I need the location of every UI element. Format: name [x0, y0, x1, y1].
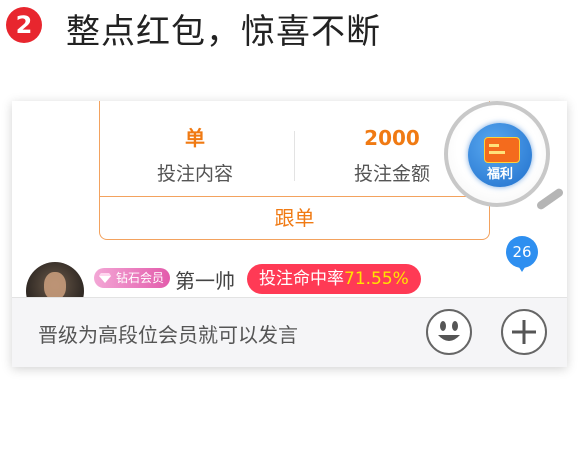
- welfare-label: 福利: [486, 167, 513, 182]
- bet-content-label: 投注内容: [156, 163, 233, 185]
- bet-content-column: 单 投注内容: [100, 125, 290, 186]
- step-number-badge: 2: [6, 7, 42, 43]
- bet-card: 单 投注内容 2000 投注金额 跟单: [99, 101, 490, 240]
- bet-content-value: 单: [185, 126, 205, 150]
- headline-text: 整点红包，惊喜不断: [66, 12, 381, 52]
- gift-card-icon: [484, 137, 520, 163]
- welfare-icon[interactable]: 福利: [468, 123, 532, 187]
- follow-bet-button[interactable]: 跟单: [100, 196, 489, 239]
- username[interactable]: 第一帅: [175, 265, 235, 294]
- plus-icon: [512, 320, 536, 344]
- vip-label: 钻石会员: [116, 271, 165, 285]
- emoji-button[interactable]: [426, 309, 472, 355]
- magnifier-handle: [535, 187, 565, 211]
- hit-rate-label: 投注命中率: [259, 269, 344, 289]
- vip-badge: 钻石会员: [94, 268, 171, 288]
- smiley-icon: [438, 321, 460, 341]
- hit-rate-value: 71.55%: [344, 269, 409, 289]
- bet-divider: [294, 131, 295, 181]
- chat-input-bar: 晋级为高段位会员就可以发言: [12, 297, 567, 367]
- chat-screen: 单 投注内容 2000 投注金额 跟单 福利 26 钻石会员 第一帅 投注命中率…: [12, 101, 567, 367]
- diamond-icon: [99, 273, 111, 283]
- add-attachment-button[interactable]: [501, 309, 547, 355]
- chat-message-row: 钻石会员 第一帅 投注命中率71.55%: [12, 261, 567, 320]
- hit-rate-badge: 投注命中率71.55%: [247, 264, 421, 294]
- promo-headline: 2 整点红包，惊喜不断: [0, 0, 581, 52]
- magnifier-highlight: 福利: [441, 101, 565, 219]
- chat-input-field[interactable]: 晋级为高段位会员就可以发言: [38, 319, 298, 348]
